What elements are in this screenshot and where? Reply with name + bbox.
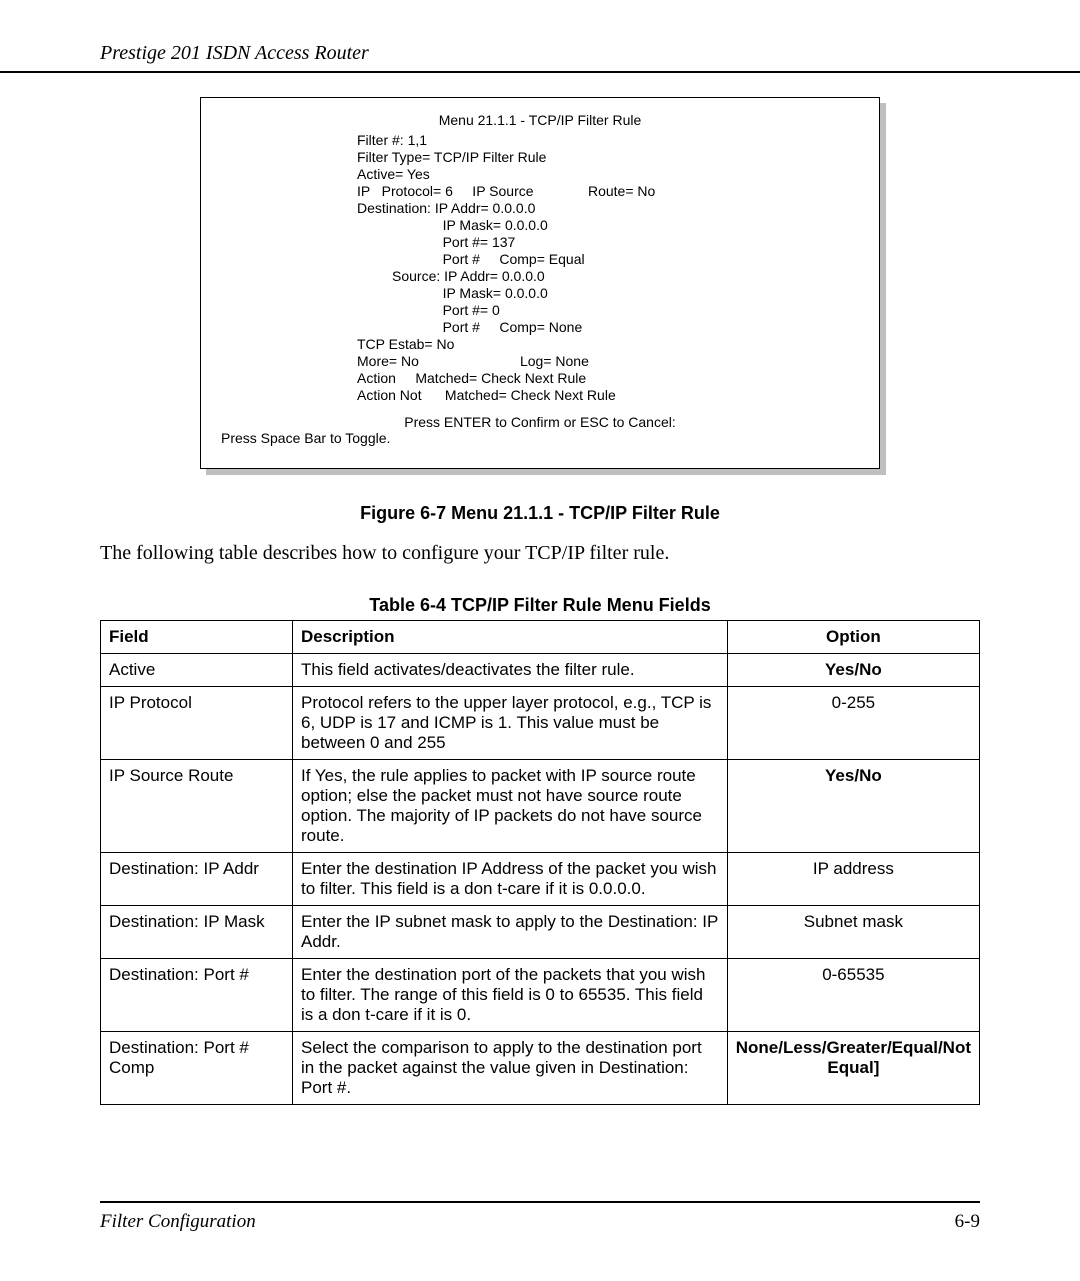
cell-option: 0-255	[727, 687, 979, 760]
table-header-row: Field Description Option	[101, 621, 980, 654]
cell-description: Select the comparison to apply to the de…	[293, 1032, 728, 1105]
col-description: Description	[293, 621, 728, 654]
cell-description: Protocol refers to the upper layer proto…	[293, 687, 728, 760]
menu-body: Filter #: 1,1 Filter Type= TCP/IP Filter…	[217, 132, 863, 404]
table-row: IP ProtocolProtocol refers to the upper …	[101, 687, 980, 760]
table-caption: Table 6-4 TCP/IP Filter Rule Menu Fields	[100, 595, 980, 616]
cell-option: IP address	[727, 853, 979, 906]
cell-field: Destination: Port # Comp	[101, 1032, 293, 1105]
page-footer: Filter Configuration 6-9	[100, 1201, 980, 1233]
cell-field: IP Protocol	[101, 687, 293, 760]
menu-toggle-hint: Press Space Bar to Toggle.	[217, 430, 863, 446]
cell-description: Enter the destination port of the packet…	[293, 959, 728, 1032]
cell-description: Enter the destination IP Address of the …	[293, 853, 728, 906]
menu-screenshot: Menu 21.1.1 - TCP/IP Filter Rule Filter …	[200, 97, 880, 469]
col-option: Option	[727, 621, 979, 654]
filter-rule-table: Field Description Option ActiveThis fiel…	[100, 620, 980, 1105]
table-row: ActiveThis field activates/deactivates t…	[101, 654, 980, 687]
cell-field: IP Source Route	[101, 760, 293, 853]
cell-description: This field activates/deactivates the fil…	[293, 654, 728, 687]
cell-option: 0-65535	[727, 959, 979, 1032]
cell-field: Destination: IP Mask	[101, 906, 293, 959]
content: Menu 21.1.1 - TCP/IP Filter Rule Filter …	[0, 97, 1080, 1105]
cell-option: Subnet mask	[727, 906, 979, 959]
page-header: Prestige 201 ISDN Access Router	[0, 0, 1080, 73]
col-field: Field	[101, 621, 293, 654]
table-row: Destination: IP AddrEnter the destinatio…	[101, 853, 980, 906]
figure-caption: Figure 6-7 Menu 21.1.1 - TCP/IP Filter R…	[100, 503, 980, 524]
footer-section: Filter Configuration	[100, 1211, 256, 1233]
cell-description: Enter the IP subnet mask to apply to the…	[293, 906, 728, 959]
table-row: Destination: Port #Enter the destination…	[101, 959, 980, 1032]
cell-field: Active	[101, 654, 293, 687]
cell-option: None/Less/Greater/Equal/Not Equal]	[727, 1032, 979, 1105]
menu-title: Menu 21.1.1 - TCP/IP Filter Rule	[217, 112, 863, 128]
menu-box: Menu 21.1.1 - TCP/IP Filter Rule Filter …	[200, 97, 880, 469]
cell-option: Yes/No	[727, 760, 979, 853]
menu-confirm-hint: Press ENTER to Confirm or ESC to Cancel:	[217, 414, 863, 430]
table-row: Destination: IP MaskEnter the IP subnet …	[101, 906, 980, 959]
table-row: Destination: Port # CompSelect the compa…	[101, 1032, 980, 1105]
table-row: IP Source RouteIf Yes, the rule applies …	[101, 760, 980, 853]
footer-page-number: 6-9	[955, 1211, 980, 1233]
cell-description: If Yes, the rule applies to packet with …	[293, 760, 728, 853]
cell-option: Yes/No	[727, 654, 979, 687]
cell-field: Destination: Port #	[101, 959, 293, 1032]
cell-field: Destination: IP Addr	[101, 853, 293, 906]
body-text: The following table describes how to con…	[100, 542, 980, 565]
